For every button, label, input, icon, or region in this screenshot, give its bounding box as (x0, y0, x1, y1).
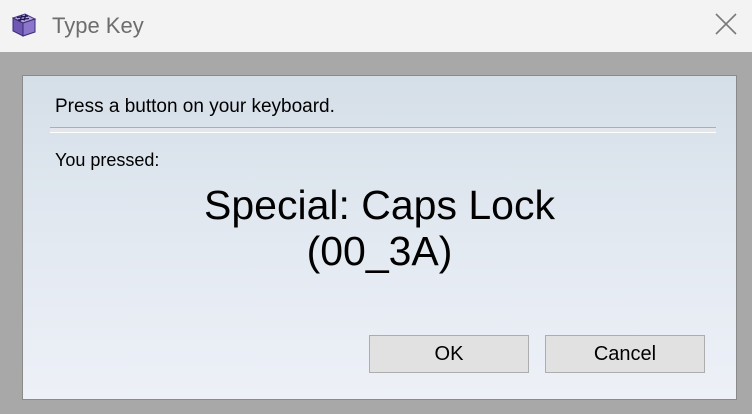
type-key-window: Type Key Press a button on your keyboard… (0, 0, 752, 414)
pressed-label: You pressed: (55, 150, 160, 170)
cancel-button[interactable]: Cancel (545, 335, 705, 373)
instruction-text: Press a button on your keyboard. (55, 96, 335, 117)
separator-line (50, 127, 716, 133)
close-button[interactable] (704, 4, 748, 48)
dialog-body: Press a button on your keyboard. You pre… (22, 75, 737, 400)
close-icon (715, 12, 737, 40)
key-name: Special: Caps Lock (204, 182, 555, 228)
title-bar[interactable]: Type Key (0, 0, 752, 52)
keyboard-key-icon (10, 12, 38, 38)
pressed-key-display: Special: Caps Lock (00_3A) (23, 182, 736, 274)
key-code: (00_3A) (306, 228, 453, 274)
ok-button[interactable]: OK (369, 335, 529, 373)
window-title: Type Key (52, 13, 144, 38)
